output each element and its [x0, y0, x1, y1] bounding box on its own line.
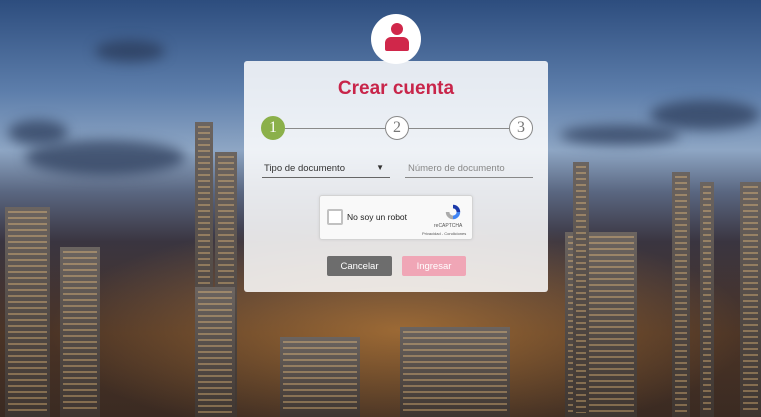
- recaptcha-links[interactable]: Privacidad - Condiciones: [422, 231, 466, 236]
- cancel-button[interactable]: Cancelar: [327, 256, 392, 276]
- submit-button[interactable]: Ingresar: [402, 256, 466, 276]
- document-type-label: Tipo de documento: [264, 163, 345, 174]
- document-number-field[interactable]: Número de documento: [405, 163, 533, 178]
- step-2: 2: [385, 116, 409, 140]
- step-1: 1: [261, 116, 285, 140]
- captcha-label: No soy un robot: [347, 212, 408, 222]
- page-title: Crear cuenta: [337, 78, 455, 99]
- recaptcha-icon: [445, 204, 461, 220]
- step-3: 3: [509, 116, 533, 140]
- document-type-select[interactable]: Tipo de documento ▼: [262, 163, 390, 178]
- recaptcha-widget: No soy un robot reCAPTCHA Privacidad - C…: [319, 195, 473, 240]
- step-connector-1: [285, 128, 385, 129]
- user-icon-body: [385, 37, 409, 51]
- captcha-checkbox[interactable]: [327, 209, 343, 225]
- recaptcha-brand: reCAPTCHA: [434, 223, 463, 229]
- user-icon: [391, 23, 403, 35]
- chevron-down-icon: ▼: [376, 163, 384, 172]
- document-number-placeholder: Número de documento: [408, 163, 505, 174]
- step-connector-2: [409, 128, 509, 129]
